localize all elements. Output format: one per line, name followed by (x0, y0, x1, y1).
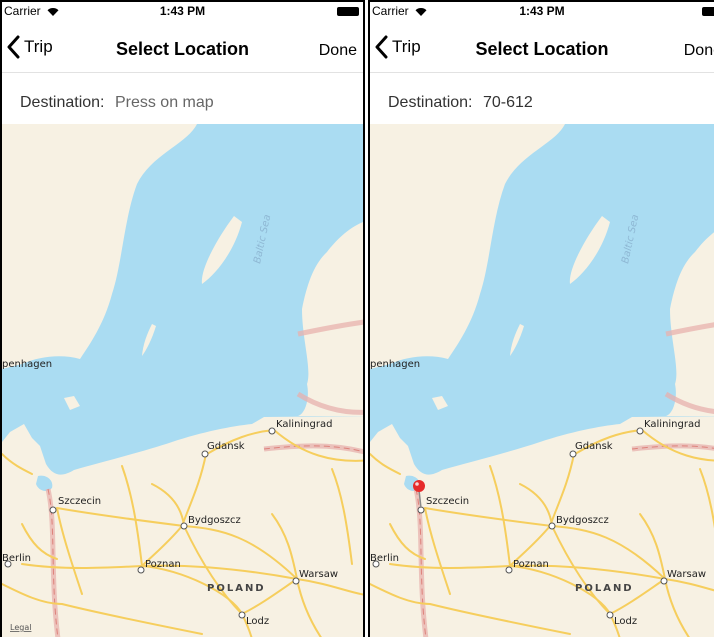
city-label-copenhagen: penhagen (2, 359, 52, 370)
city-label-szczecin: Szczecin (426, 496, 469, 507)
battery-icon (702, 7, 714, 16)
back-button[interactable]: Trip (374, 32, 421, 62)
city-label-gdansk: Gdansk (207, 441, 245, 452)
back-chevron-icon (375, 35, 388, 59)
back-button[interactable]: Trip (6, 32, 53, 62)
city-label-kaliningrad: Kaliningrad (644, 419, 700, 430)
destination-value: 70-612 (482, 94, 533, 111)
status-bar: Carrier 1:43 PM (370, 2, 714, 22)
legal-link[interactable]: Legal (10, 623, 31, 632)
status-time: 1:43 PM (159, 4, 206, 18)
done-button[interactable]: Done (319, 42, 357, 60)
city-label-berlin: Berlin (370, 553, 399, 564)
phone-screen-left: Carrier 1:43 PM Trip Select Location Don… (0, 0, 365, 637)
status-bar: Carrier 1:43 PM (2, 2, 363, 22)
destination-label: Destination: (20, 94, 105, 111)
city-label-berlin: Berlin (2, 553, 31, 564)
city-label-lodz: Lodz (246, 616, 269, 627)
map-view[interactable]: Baltic Sea penhagen Kaliningrad Gdansk S… (2, 124, 363, 637)
city-label-szczecin: Szczecin (58, 496, 101, 507)
city-label-lodz: Lodz (614, 616, 637, 627)
city-label-poznan: Poznan (145, 559, 181, 570)
city-label-bydgoszcz: Bydgoszcz (556, 515, 609, 526)
page-title: Select Location (475, 39, 609, 59)
city-label-poznan: Poznan (513, 559, 549, 570)
city-label-kaliningrad: Kaliningrad (276, 419, 332, 430)
page-title: Select Location (115, 39, 250, 59)
back-button-label: Trip (392, 37, 421, 56)
status-time: 1:43 PM (519, 4, 565, 18)
map-canvas: Baltic Sea penhagen Kaliningrad Gdansk S… (370, 124, 714, 637)
navigation-bar: Trip Select Location Done (370, 22, 714, 73)
country-label-poland: POLAND (207, 583, 266, 594)
back-button-label: Trip (24, 37, 53, 56)
city-label-warsaw: Warsaw (667, 569, 706, 580)
back-chevron-icon (7, 35, 20, 59)
map-canvas: Baltic Sea penhagen Kaliningrad Gdansk S… (2, 124, 363, 637)
destination-label: Destination: (388, 94, 473, 111)
done-button[interactable]: Done (684, 42, 714, 60)
destination-value: Press on map (114, 94, 214, 111)
map-view[interactable]: Baltic Sea penhagen Kaliningrad Gdansk S… (370, 124, 714, 637)
city-label-copenhagen: penhagen (370, 359, 420, 370)
navigation-bar: Trip Select Location Done (2, 22, 363, 73)
city-label-gdansk: Gdansk (575, 441, 613, 452)
destination-row: Destination: Press on map (20, 94, 214, 112)
phone-screen-right: Carrier 1:43 PM Trip Select Location Don… (368, 0, 714, 637)
city-label-bydgoszcz: Bydgoszcz (188, 515, 241, 526)
destination-row: Destination: 70-612 (388, 94, 533, 112)
city-label-warsaw: Warsaw (299, 569, 338, 580)
country-label-poland: POLAND (575, 583, 634, 594)
battery-icon (337, 7, 359, 16)
